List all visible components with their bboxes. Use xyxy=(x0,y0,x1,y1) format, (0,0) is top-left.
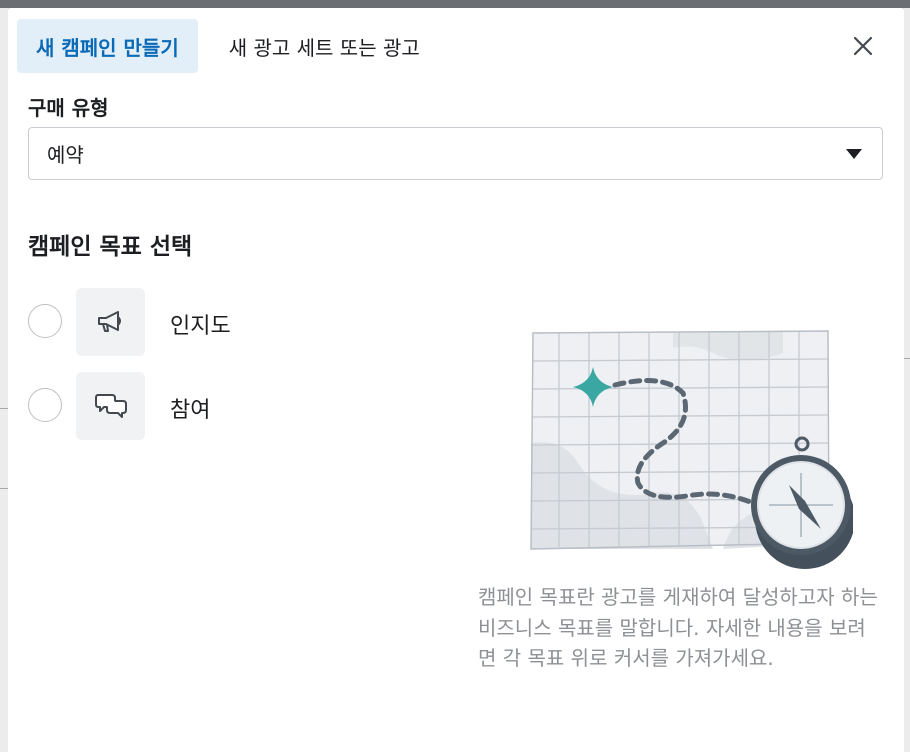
create-campaign-dialog: 새 캠페인 만들기 새 광고 세트 또는 광고 구매 유형 예약 캠페인 목표 … xyxy=(8,8,904,752)
megaphone-icon xyxy=(97,311,121,332)
purchase-type-select[interactable]: 예약 xyxy=(28,127,883,180)
engagement-icon-box xyxy=(76,372,145,440)
engagement-label: 참여 xyxy=(170,398,211,423)
map-with-compass-illustration xyxy=(530,330,853,569)
awareness-icon-box xyxy=(76,288,145,356)
dialog-tabs: 새 캠페인 만들기 새 광고 세트 또는 광고 xyxy=(17,19,439,73)
background-page-header xyxy=(0,0,910,8)
background-page-left xyxy=(0,8,8,752)
awareness-label: 인지도 xyxy=(170,314,231,339)
speech-bubbles-icon xyxy=(94,394,127,418)
objective-description: 캠페인 목표란 광고를 게재하여 달성하고자 하는 비즈니스 목표를 말합니다.… xyxy=(478,585,878,671)
objective-section-title: 캠페인 목표 선택 xyxy=(28,234,193,260)
close-icon xyxy=(853,36,873,56)
close-button[interactable] xyxy=(852,35,874,57)
objective-option-engagement[interactable]: 참여 xyxy=(28,372,328,440)
objective-option-awareness[interactable]: 인지도 xyxy=(28,288,328,356)
purchase-type-value: 예약 xyxy=(47,143,84,167)
engagement-radio[interactable] xyxy=(28,388,62,422)
awareness-radio[interactable] xyxy=(28,304,62,338)
tab-new-adset-or-ad[interactable]: 새 광고 세트 또는 광고 xyxy=(210,19,439,73)
tab-new-campaign[interactable]: 새 캠페인 만들기 xyxy=(17,19,198,73)
caret-down-icon xyxy=(846,149,862,159)
background-page-right xyxy=(904,8,910,752)
purchase-type-label: 구매 유형 xyxy=(28,96,109,120)
